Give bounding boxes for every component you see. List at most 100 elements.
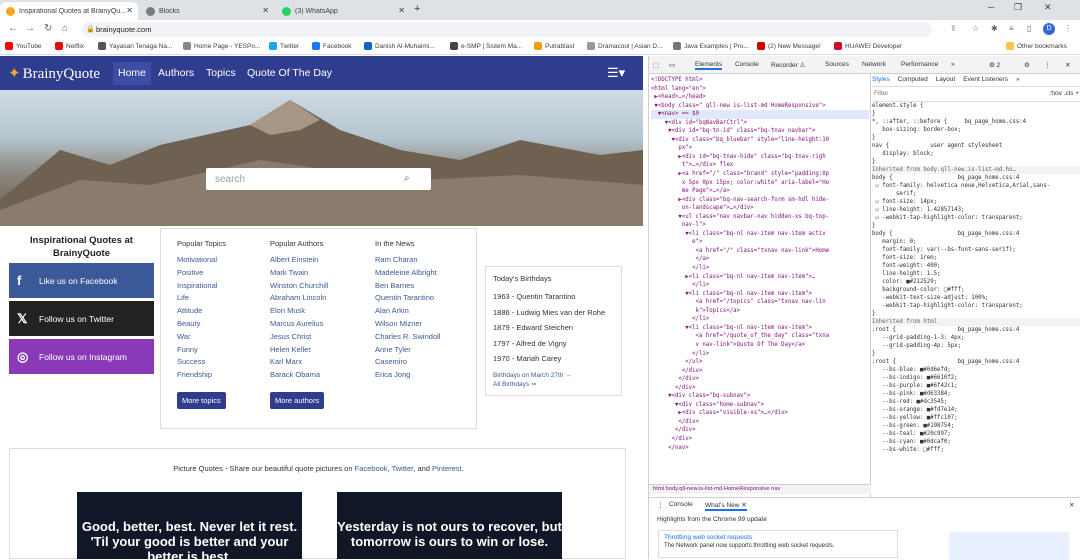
tab-elements[interactable]: Elements [695, 61, 723, 70]
profile-avatar[interactable]: D [1043, 23, 1055, 35]
elements-dom-tree[interactable]: <!DOCTYPE html> <html lang="en"> ▶<head>…… [651, 76, 869, 539]
news-link[interactable]: Quentin Tarantino [375, 292, 440, 305]
bookmark-dramacool[interactable]: Dramacool | Asian D... [587, 42, 663, 50]
dom-node-line[interactable]: </nav> [651, 444, 869, 453]
issues-badge[interactable]: ⚙ 2 [989, 61, 1000, 69]
dom-node-line[interactable]: ▼<li class="bq-nl nav-item nav-item acti… [651, 230, 869, 239]
birthdays-on-date-link[interactable]: Birthdays on March 27th → [493, 371, 614, 380]
topic-link[interactable]: Success [177, 356, 226, 369]
tab-performance[interactable]: Performance [901, 61, 938, 68]
dom-node-line[interactable]: ▼<li class="bq-nl nav-item nav-item"> [651, 290, 869, 299]
extensions-icon[interactable]: ✱ [991, 24, 998, 33]
twitter-follow-button[interactable]: 𝕏 Follow us on Twitter [9, 301, 154, 336]
nav-quote-of-the-day[interactable]: Quote Of The Day [247, 67, 332, 79]
news-link[interactable]: Madeleine Albright [375, 267, 440, 280]
author-link[interactable]: Mark Twain [270, 267, 328, 280]
bookmark-esmp[interactable]: e-SMP | Sistem Ma... [450, 42, 522, 50]
home-icon[interactable]: ⌂ [62, 23, 68, 34]
dom-node-line[interactable]: ▼<div id="bqNavBarCtrl"> [651, 119, 869, 128]
dom-node-line[interactable]: ▶<a href="/" class="brand" style="paddin… [651, 170, 869, 179]
topic-link[interactable]: Life [177, 292, 226, 305]
dom-node-line[interactable]: e"> [651, 238, 869, 247]
inspect-element-icon[interactable]: ⬚ [653, 61, 659, 69]
tab-brainyquote[interactable]: Inspirational Quotes at BrainyQu... ✕ [0, 2, 138, 20]
instagram-follow-button[interactable]: ◎ Follow us on Instagram [9, 339, 154, 374]
back-icon[interactable]: ← [8, 23, 18, 34]
style-rules[interactable]: element.style {} *, ::after, ::before { b… [872, 102, 1080, 454]
close-tab-icon[interactable]: ✕ [398, 6, 405, 15]
dom-node-line[interactable]: k">Topics</a> [651, 307, 869, 316]
dom-node-line[interactable]: <html lang="en"> [651, 85, 869, 94]
dom-node-line[interactable]: ▼<nav> == $0 [651, 110, 869, 119]
reload-icon[interactable]: ↻ [44, 23, 52, 34]
picture-quote-card[interactable]: Yesterday is not ours to recover, but to… [337, 492, 562, 559]
topic-link[interactable]: War [177, 331, 226, 344]
other-bookmarks[interactable]: Other bookmarks [1006, 42, 1067, 50]
news-link[interactable]: Casemiro [375, 356, 440, 369]
subtab-event-listeners[interactable]: Event Listeners [963, 76, 1008, 84]
bookmark-netflix[interactable]: Netflix [55, 42, 84, 50]
dom-node-line[interactable]: </div> [651, 375, 869, 384]
news-link[interactable]: Wilson Mizner [375, 318, 440, 331]
topic-link[interactable]: Friendship [177, 369, 226, 382]
dom-breadcrumb[interactable]: html body.qll-new.is-list-md.HomeRespons… [649, 484, 871, 494]
dom-node-line[interactable]: </div> [651, 367, 869, 376]
subtab-more[interactable]: » [1016, 76, 1020, 84]
topic-link[interactable]: Funny [177, 344, 226, 357]
topic-link[interactable]: Beauty [177, 318, 226, 331]
new-tab-icon[interactable]: + [414, 3, 420, 15]
author-link[interactable]: Elon Musk [270, 305, 328, 318]
birthday-item[interactable]: 1886 - Ludwig Mies van der Rohe [493, 305, 614, 321]
nav-topics[interactable]: Topics [206, 67, 236, 79]
styles-filter-input[interactable]: Filter [874, 90, 888, 98]
dom-node-line[interactable]: ▶<div id="bq-tnav-hide" class="bq-tnav-r… [651, 153, 869, 162]
more-tabs-icon[interactable]: » [951, 61, 955, 68]
dom-node-line[interactable]: ▼<div class="bq-subnav"> [651, 392, 869, 401]
forward-icon[interactable]: → [25, 23, 35, 34]
minimize-icon[interactable]: ─ [988, 2, 994, 12]
drawer-tab-whats-new[interactable]: What's New ✕ [705, 501, 747, 511]
bookmark-yayasan[interactable]: Yayasan Tenaga Na... [98, 42, 172, 50]
author-link[interactable]: Marcus Aurelius [270, 318, 328, 331]
bookmark-java-examples[interactable]: Java Examples | Pro... [673, 42, 749, 50]
author-link[interactable]: Abraham Lincoln [270, 292, 328, 305]
dom-node-line[interactable]: <a href="/" class="txnav nav-link">Home [651, 247, 869, 256]
author-link[interactable]: Helen Keller [270, 344, 328, 357]
tab-blocks[interactable]: Blocks ✕ [140, 2, 274, 20]
window-close-icon[interactable]: ✕ [1044, 2, 1052, 13]
twitter-link[interactable]: Twitter [392, 464, 414, 473]
drawer-close-icon[interactable]: ✕ [1069, 501, 1074, 509]
drawer-tab-console[interactable]: Console [669, 501, 693, 508]
tab-recorder[interactable]: Recorder ⚠ [771, 61, 805, 69]
pinterest-link[interactable]: Pinterest [432, 464, 462, 473]
bookmark-linkedin[interactable]: Danish Al-Muhaimi... [364, 42, 435, 50]
whats-new-card-title[interactable]: Throttling web socket requests [664, 534, 892, 541]
dom-node-line[interactable]: ▼<div class="home-subnav"> [651, 401, 869, 410]
bookmark-facebook[interactable]: Facebook [312, 42, 352, 50]
tab-sources[interactable]: Sources [825, 61, 849, 68]
tab-whatsapp[interactable]: (3) WhatsApp ✕ [276, 2, 410, 20]
dom-node-line[interactable]: </div> [651, 418, 869, 427]
whats-new-card[interactable]: Throttling web socket requests The Netwo… [658, 530, 898, 558]
author-link[interactable]: Albert Einstein [270, 254, 328, 267]
topic-link[interactable]: Positive [177, 267, 226, 280]
dom-node-line[interactable]: v nav-link">Quote Of The Day</a> [651, 341, 869, 350]
topic-link[interactable]: Attitude [177, 305, 226, 318]
facebook-follow-button[interactable]: f Like us on Facebook [9, 263, 154, 298]
search-icon[interactable]: ⌕ [404, 173, 410, 184]
hero-search-box[interactable]: search ⌕ [206, 168, 431, 190]
birthday-item[interactable]: 1970 - Mariah Carey [493, 351, 614, 367]
dom-node-line[interactable]: nav-l"> [651, 221, 869, 230]
styles-toggles[interactable]: :hov .cls + [1050, 90, 1079, 98]
dom-node-line[interactable]: </div> [651, 384, 869, 393]
dom-node-line[interactable]: ▼<div id="bq-tn-id" class="bq-tnav navba… [651, 127, 869, 136]
picture-quote-card[interactable]: Good, better, best. Never let it rest. '… [77, 492, 302, 559]
dom-node-line[interactable]: </li> [651, 264, 869, 273]
more-topics-button[interactable]: More topics [177, 391, 226, 409]
subtab-computed[interactable]: Computed [898, 76, 928, 84]
dom-node-line[interactable]: </div> [651, 426, 869, 435]
dom-node-line[interactable]: </li> [651, 315, 869, 324]
topic-link[interactable]: Motivational [177, 254, 226, 267]
dom-node-line[interactable]: </ul> [651, 358, 869, 367]
subtab-styles[interactable]: Styles [872, 76, 890, 84]
